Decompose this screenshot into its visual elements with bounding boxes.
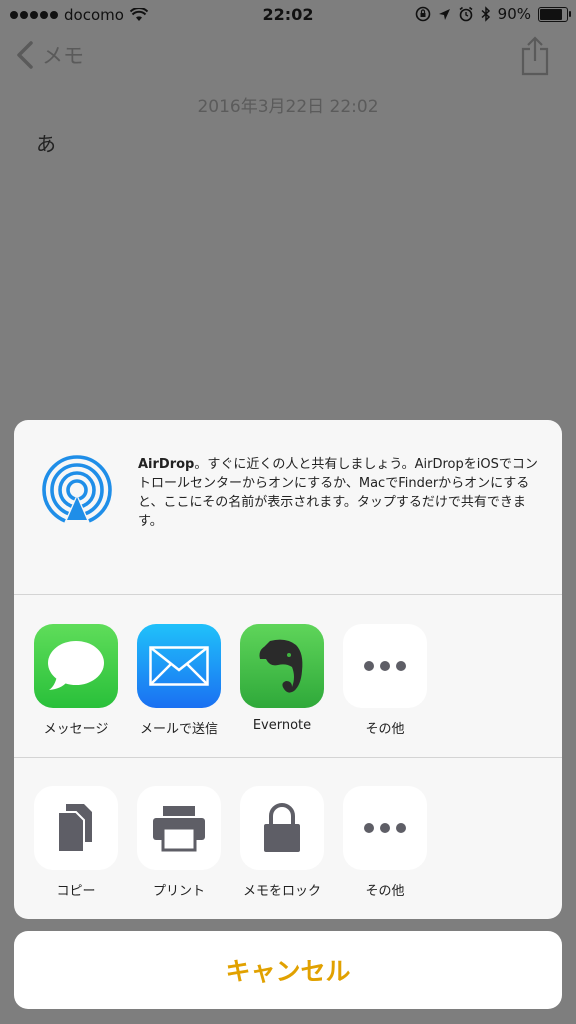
more-tile [343, 786, 427, 870]
divider [14, 594, 562, 595]
action-label: プリント [152, 884, 205, 899]
action-label: コピー [56, 884, 96, 899]
print-icon [153, 806, 205, 852]
more-tile [343, 624, 427, 708]
messages-tile [34, 624, 118, 708]
note-date: 2016年3月22日 22:02 [197, 97, 379, 117]
alarm-icon [459, 6, 473, 22]
note-body[interactable]: あ [36, 128, 56, 157]
share-app-label: メールで送信 [139, 722, 218, 737]
share-app-more[interactable]: その他 [335, 624, 435, 737]
airdrop-icon [42, 455, 112, 530]
share-icon [521, 36, 549, 76]
share-app-messages[interactable]: メッセージ [26, 624, 126, 737]
evernote-icon [259, 639, 303, 693]
action-more[interactable]: その他 [335, 786, 435, 899]
action-lock-note[interactable]: メモをロック [232, 786, 332, 899]
messages-icon [48, 641, 104, 690]
copy-icon [57, 804, 92, 853]
share-app-mail[interactable]: メールで送信 [129, 624, 229, 737]
action-copy[interactable]: コピー [26, 786, 126, 899]
action-label: メモをロック [242, 884, 321, 899]
airdrop-description: AirDrop。すぐに近くの人と共有しましょう。AirDropをiOSでコントロ… [138, 455, 546, 531]
action-label: その他 [365, 884, 405, 899]
divider [14, 757, 562, 758]
share-sheet: AirDrop。すぐに近くの人と共有しましょう。AirDropをiOSでコントロ… [14, 420, 562, 919]
evernote-tile [240, 624, 324, 708]
chevron-left-icon [17, 41, 33, 69]
mail-icon [149, 646, 209, 686]
airdrop-section: AirDrop。すぐに近くの人と共有しましょう。AirDropをiOSでコントロ… [14, 420, 562, 594]
bluetooth-icon [481, 6, 490, 22]
status-bar: docomo 22:02 90% [0, 0, 576, 30]
airdrop-title: AirDrop [138, 457, 195, 472]
lock-icon [264, 803, 300, 852]
share-app-label: その他 [365, 722, 405, 737]
share-button[interactable] [520, 36, 550, 80]
print-tile [137, 786, 221, 870]
lock-tile [240, 786, 324, 870]
battery-percent: 90% [497, 5, 531, 23]
back-button[interactable]: メモ [16, 40, 84, 70]
mail-tile [137, 624, 221, 708]
share-app-evernote[interactable]: Evernote [232, 624, 332, 733]
airdrop-body: 。すぐに近くの人と共有しましょう。AirDropをiOSでコントロールセンターか… [138, 457, 538, 529]
action-print[interactable]: プリント [129, 786, 229, 899]
share-app-label: Evernote [252, 718, 312, 733]
more-icon [364, 823, 406, 833]
rotation-lock-icon [415, 6, 430, 22]
battery-icon [538, 6, 571, 22]
cancel-button[interactable]: キャンセル [14, 931, 562, 1009]
status-right: 90% [415, 5, 571, 23]
location-icon [438, 8, 450, 20]
battery-fill [540, 8, 562, 20]
back-label: メモ [42, 44, 84, 68]
copy-tile [34, 786, 118, 870]
share-app-label: メッセージ [43, 722, 109, 737]
more-icon [364, 661, 406, 671]
